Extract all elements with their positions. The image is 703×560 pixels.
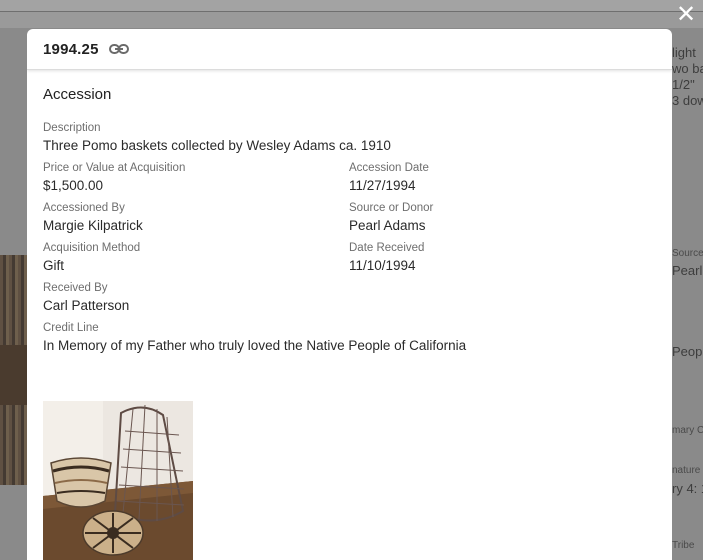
field-value: $1,500.00 [43, 178, 104, 193]
background-text: Pearl A [672, 263, 703, 278]
background-text: Peopl [672, 344, 703, 359]
background-photo-shadow [0, 345, 30, 405]
field-value: 11/27/1994 [349, 178, 416, 193]
field-value: Carl Patterson [43, 298, 130, 313]
background-topbar [0, 0, 703, 12]
field-value: 11/10/1994 [349, 258, 416, 273]
field-accessioned-by: Accessioned By Margie Kilpatrick [43, 201, 143, 235]
field-label: Credit Line [43, 322, 99, 334]
field-value: Margie Kilpatrick [43, 218, 143, 233]
background-text: 3 dow [672, 93, 703, 108]
background-text: light [672, 45, 696, 60]
background-text: 1/2" [672, 77, 695, 92]
background-band [0, 12, 703, 28]
object-photo-thumbnail[interactable] [43, 401, 193, 560]
field-label: Accessioned By [43, 202, 125, 214]
background-text: Source [672, 248, 703, 259]
background-text: wo bas [672, 61, 703, 76]
link-icon[interactable] [108, 42, 129, 56]
field-source: Source or Donor Pearl Adams [349, 201, 433, 235]
field-value: Three Pomo baskets collected by Wesley A… [43, 138, 391, 153]
field-label: Description [43, 122, 101, 134]
field-price: Price or Value at Acquisition $1,500.00 [43, 161, 185, 195]
field-acquisition-method: Acquisition Method Gift [43, 241, 140, 275]
close-icon[interactable]: ✕ [673, 2, 699, 28]
field-description: Description Three Pomo baskets collected… [43, 121, 391, 155]
background-text: Tribe [672, 540, 695, 551]
field-value: Gift [43, 258, 65, 273]
field-credit-line: Credit Line In Memory of my Father who t… [43, 321, 466, 355]
background-text: ry 4: 1 [672, 481, 703, 496]
section-title: Accession [43, 86, 112, 103]
field-value: Pearl Adams [349, 218, 426, 233]
field-label: Received By [43, 282, 108, 294]
field-label: Acquisition Method [43, 242, 141, 254]
background-text: mary C [672, 425, 703, 436]
field-value: In Memory of my Father who truly loved t… [43, 338, 467, 353]
field-label: Accession Date [349, 162, 429, 174]
modal-title: 1994.25 [43, 40, 99, 58]
field-label: Price or Value at Acquisition [43, 162, 186, 174]
field-date-received: Date Received 11/10/1994 [349, 241, 424, 275]
field-label: Source or Donor [349, 202, 434, 214]
background-text: nature [672, 465, 701, 476]
field-accession-date: Accession Date 11/27/1994 [349, 161, 429, 195]
modal-header: 1994.25 [27, 29, 672, 70]
field-received-by: Received By Carl Patterson [43, 281, 129, 315]
record-modal: 1994.25 Accession Description Three Pomo… [27, 29, 672, 560]
field-label: Date Received [349, 242, 425, 254]
